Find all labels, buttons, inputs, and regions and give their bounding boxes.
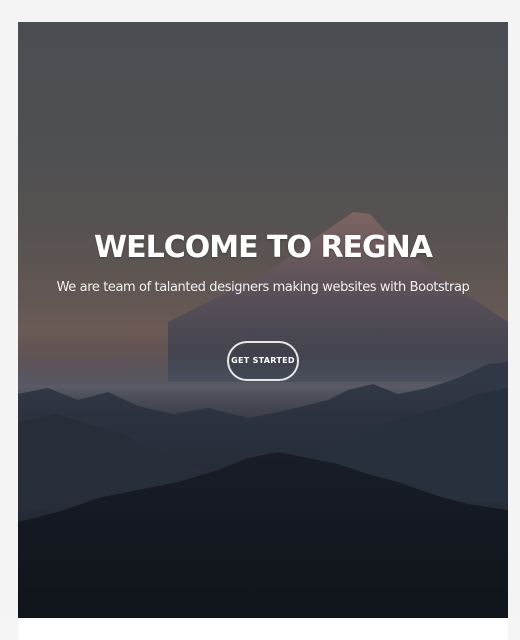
hero-title: WELCOME TO REGNA bbox=[94, 230, 433, 265]
hero-subtitle: We are team of talanted designers making… bbox=[56, 280, 470, 295]
hero-content: WELCOME TO REGNA We are team of talanted… bbox=[18, 228, 508, 381]
next-section-edge bbox=[18, 618, 508, 640]
page-top-margin bbox=[0, 0, 520, 22]
hero-section: WELCOME TO REGNA We are team of talanted… bbox=[18, 22, 508, 618]
get-started-button[interactable]: GET STARTED bbox=[227, 341, 299, 381]
